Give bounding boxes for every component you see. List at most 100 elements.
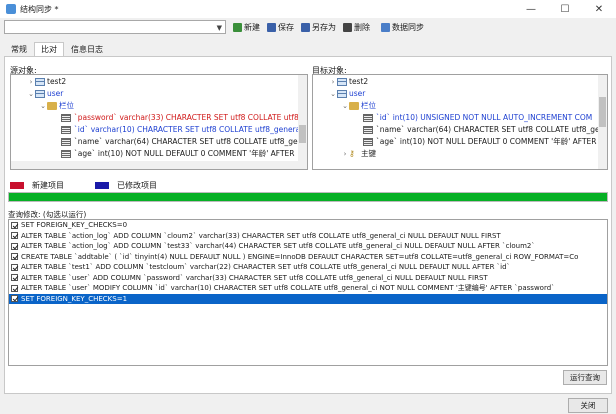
column-text: `id` varchar(10) CHARACTER SET utf8 COLL… — [74, 125, 303, 134]
query-row[interactable]: CREATE TABLE `addtable` ( `id` tinyint(4… — [9, 252, 607, 263]
query-list[interactable]: SET FOREIGN_KEY_CHECKS=0 ALTER TABLE `ac… — [8, 219, 608, 366]
tree-node-user[interactable]: ⌄ user — [27, 88, 63, 100]
tree-node-columns[interactable]: ⌄ 栏位 — [341, 100, 376, 112]
chevron-down-icon[interactable]: ⌄ — [329, 88, 337, 100]
maximize-icon[interactable]: ☐ — [548, 0, 582, 18]
tree-node-label: 栏位 — [361, 101, 376, 110]
delete-button[interactable]: 删除 — [343, 22, 370, 33]
query-checkbox[interactable] — [11, 295, 18, 303]
query-checkbox[interactable] — [11, 263, 18, 271]
legend-swatch-new — [10, 182, 24, 189]
column-item-name[interactable]: `name` varchar(64) CHARACTER SET utf8 CO… — [61, 136, 307, 148]
column-text: `age` int(10) NOT NULL DEFAULT 0 COMMENT… — [376, 137, 597, 146]
tab-info-log[interactable]: 信息日志 — [64, 42, 110, 56]
app-icon — [6, 4, 16, 14]
column-item-name[interactable]: `name` varchar(64) CHARACTER SET utf8 CO… — [363, 124, 608, 136]
query-checkbox[interactable] — [11, 221, 18, 229]
column-text: `password` varchar(33) CHARACTER SET utf… — [74, 113, 303, 122]
target-vscrollbar[interactable] — [598, 75, 607, 169]
save-button[interactable]: 保存 — [267, 22, 294, 33]
chevron-right-icon[interactable]: › — [341, 148, 349, 160]
tree-node-primary-key[interactable]: › ⚷ 主键 — [341, 148, 376, 160]
chevron-down-icon[interactable]: ⌄ — [39, 100, 47, 112]
chevron-down-icon[interactable]: ▼ — [217, 24, 222, 32]
column-item-id[interactable]: `id` int(10) UNSIGNED NOT NULL AUTO_INCR… — [363, 112, 592, 124]
window-title: 结构同步 * — [20, 4, 59, 14]
tree-node-label: test2 — [47, 77, 67, 86]
folder-icon — [47, 102, 57, 110]
query-checkbox[interactable] — [11, 232, 18, 240]
query-row[interactable]: ALTER TABLE `action_log` ADD COLUMN `clo… — [9, 231, 607, 242]
chevron-right-icon[interactable]: › — [27, 76, 35, 88]
column-item-age[interactable]: `age` int(10) NOT NULL DEFAULT 0 COMMENT… — [61, 148, 295, 160]
field-icon — [363, 126, 373, 134]
save-as-icon — [301, 22, 310, 32]
query-text: SET FOREIGN_KEY_CHECKS=0 — [21, 221, 128, 229]
query-row[interactable]: ALTER TABLE `user` MODIFY COLUMN `id` va… — [9, 283, 607, 294]
column-item-age[interactable]: `age` int(10) NOT NULL DEFAULT 0 COMMENT… — [363, 136, 597, 148]
data-sync-button-label: 数据同步 — [392, 22, 424, 32]
tree-node-label: user — [47, 89, 64, 98]
delete-button-label: 删除 — [354, 22, 370, 32]
tree-node-label: user — [349, 89, 366, 98]
table-icon — [337, 78, 347, 86]
column-item-password[interactable]: `password` varchar(33) CHARACTER SET utf… — [61, 112, 303, 124]
query-checkbox[interactable] — [11, 274, 18, 282]
data-sync-button[interactable]: 数据同步 — [381, 22, 424, 33]
title-bar: 结构同步 * — ☐ ✕ — [0, 0, 616, 18]
tab-general[interactable]: 常规 — [4, 42, 34, 56]
new-button[interactable]: 新建 — [233, 22, 260, 33]
save-as-button[interactable]: 另存为 — [301, 22, 336, 33]
query-checkbox[interactable] — [11, 253, 18, 261]
source-tree[interactable]: › test2 ⌄ user ⌄ 栏位 `password` varchar(33) … — [10, 74, 308, 170]
tree-node-test2[interactable]: › test2 — [329, 76, 368, 88]
query-row[interactable]: SET FOREIGN_KEY_CHECKS=0 — [9, 220, 607, 231]
query-checkbox[interactable] — [11, 242, 18, 250]
target-tree[interactable]: › test2 ⌄ user ⌄ 栏位 `id` int(10) UNSIGNED N… — [312, 74, 608, 170]
chevron-down-icon[interactable]: ⌄ — [341, 100, 349, 112]
tree-node-test2[interactable]: › test2 — [27, 76, 66, 88]
legend-label-modified: 已修改项目 — [117, 181, 157, 190]
query-row[interactable]: ALTER TABLE `user` ADD COLUMN `password`… — [9, 273, 607, 284]
legend-swatch-modified — [95, 182, 109, 189]
table-icon — [35, 90, 45, 98]
query-text: ALTER TABLE `action_log` ADD COLUMN `tes… — [21, 242, 535, 250]
source-hscrollbar[interactable] — [11, 161, 298, 169]
run-query-button[interactable]: 运行查询 — [563, 370, 607, 385]
field-icon — [61, 126, 71, 134]
table-icon — [337, 90, 347, 98]
close-icon[interactable]: ✕ — [582, 0, 616, 18]
trash-icon — [343, 22, 352, 32]
tree-node-user[interactable]: ⌄ user — [329, 88, 365, 100]
scroll-thumb[interactable] — [299, 125, 306, 143]
data-sync-icon — [381, 22, 390, 32]
folder-icon — [349, 102, 359, 110]
key-icon: ⚷ — [349, 149, 355, 158]
chevron-right-icon[interactable]: › — [329, 76, 337, 88]
compare-progress-bar — [8, 192, 608, 202]
save-icon — [267, 22, 276, 32]
legend-modified: 已修改项目 — [95, 180, 157, 191]
new-button-label: 新建 — [244, 22, 260, 32]
query-text: SET FOREIGN_KEY_CHECKS=1 — [21, 294, 128, 303]
toolbar: ▼ 新建 保存 另存为 删除 数据同步 — [4, 19, 612, 35]
scroll-thumb[interactable] — [599, 97, 606, 127]
query-row[interactable]: ALTER TABLE `action_log` ADD COLUMN `tes… — [9, 241, 607, 252]
query-checkbox[interactable] — [11, 284, 18, 292]
source-vscrollbar[interactable] — [298, 75, 307, 169]
profile-combo[interactable]: ▼ — [4, 20, 226, 34]
minimize-icon[interactable]: — — [514, 0, 548, 18]
column-item-id[interactable]: `id` varchar(10) CHARACTER SET utf8 COLL… — [61, 124, 302, 136]
query-text: ALTER TABLE `user` ADD COLUMN `password`… — [21, 273, 488, 282]
query-row[interactable]: ALTER TABLE `test1` ADD COLUMN `testclou… — [9, 262, 607, 273]
tab-compare[interactable]: 比对 — [34, 42, 64, 56]
tree-node-columns[interactable]: ⌄ 栏位 — [39, 100, 74, 112]
column-text: `name` varchar(64) CHARACTER SET utf8 CO… — [376, 125, 608, 134]
table-icon — [35, 78, 45, 86]
query-text: ALTER TABLE `action_log` ADD COLUMN `clo… — [21, 231, 501, 240]
field-icon — [61, 138, 71, 146]
query-row-selected[interactable]: SET FOREIGN_KEY_CHECKS=1 — [9, 293, 607, 304]
legend-new: 新建项目 — [10, 180, 64, 191]
close-button[interactable]: 关闭 — [568, 398, 608, 413]
chevron-down-icon[interactable]: ⌄ — [27, 88, 35, 100]
